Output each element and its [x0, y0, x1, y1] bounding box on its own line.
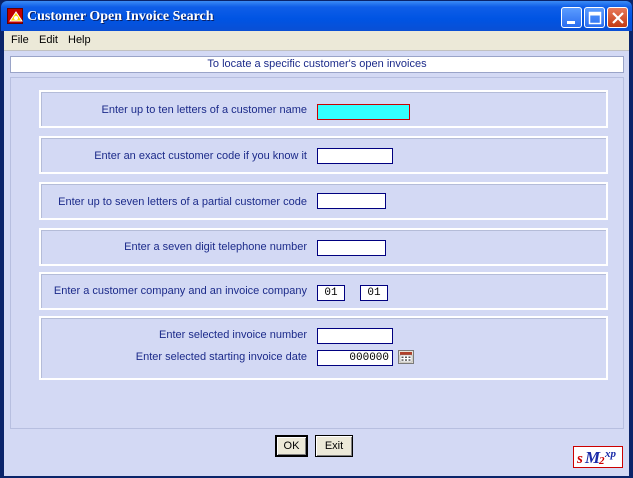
form-panel: Enter up to ten letters of a customer na…: [10, 77, 624, 429]
group-customer-code: Enter an exact customer code if you know…: [39, 136, 608, 174]
menu-help[interactable]: Help: [68, 34, 91, 46]
invoice-number-label: Enter selected invoice number: [159, 329, 307, 341]
menu-file[interactable]: File: [11, 34, 29, 46]
sm2xp-logo: s M 2 xp: [573, 446, 623, 468]
title-bar[interactable]: Customer Open Invoice Search: [1, 1, 632, 31]
hint-bar: To locate a specific customer's open inv…: [10, 56, 624, 73]
close-icon: [612, 12, 624, 24]
invoice-date-label: Enter selected starting invoice date: [135, 351, 307, 363]
close-button[interactable]: [607, 7, 628, 28]
telephone-input[interactable]: [317, 240, 386, 256]
menu-edit-label: Edit: [39, 34, 58, 46]
calendar-icon: [399, 352, 413, 363]
minimize-icon: [567, 21, 575, 24]
telephone-label: Enter a seven digit telephone number: [124, 241, 307, 253]
client-area: File Edit Help To locate a specific cust…: [4, 31, 629, 476]
partial-code-label: Enter up to seven letters of a partial c…: [58, 196, 307, 208]
partial-code-input[interactable]: [317, 193, 386, 209]
customer-code-input[interactable]: [317, 148, 393, 164]
group-customer-name: Enter up to ten letters of a customer na…: [39, 90, 608, 128]
menu-file-label: File: [11, 34, 29, 46]
calendar-button[interactable]: [398, 350, 414, 364]
invoice-number-input[interactable]: [317, 328, 393, 344]
logo-m: M: [585, 448, 601, 467]
customer-name-label: Enter up to ten letters of a customer na…: [101, 104, 307, 116]
group-company: Enter a customer company and an invoice …: [39, 272, 608, 310]
company-label: Enter a customer company and an invoice …: [53, 285, 307, 297]
group-telephone: Enter a seven digit telephone number: [39, 228, 608, 266]
exit-button[interactable]: Exit: [315, 435, 353, 457]
invoice-date-input[interactable]: 000000: [317, 350, 393, 366]
customer-code-label: Enter an exact customer code if you know…: [94, 150, 307, 162]
app-icon[interactable]: [7, 8, 23, 24]
maximize-icon: [588, 11, 602, 25]
ok-button[interactable]: OK: [275, 435, 308, 457]
menu-bar: File Edit Help: [4, 31, 629, 51]
invoice-company-input[interactable]: 01: [360, 285, 388, 301]
maximize-button[interactable]: [584, 7, 605, 28]
minimize-button[interactable]: [561, 7, 582, 28]
menu-help-label: Help: [68, 34, 91, 46]
window-title: Customer Open Invoice Search: [27, 9, 214, 24]
group-partial-code: Enter up to seven letters of a partial c…: [39, 182, 608, 220]
customer-company-input[interactable]: 01: [317, 285, 345, 301]
logo-s: s: [577, 451, 583, 467]
logo-2: 2: [599, 455, 605, 467]
menu-edit[interactable]: Edit: [39, 34, 58, 46]
app-window: Customer Open Invoice Search File Edit H…: [0, 0, 633, 478]
group-invoice: Enter selected invoice number Enter sele…: [39, 316, 608, 380]
customer-name-input[interactable]: [317, 104, 410, 120]
logo-xp: xp: [605, 448, 616, 460]
